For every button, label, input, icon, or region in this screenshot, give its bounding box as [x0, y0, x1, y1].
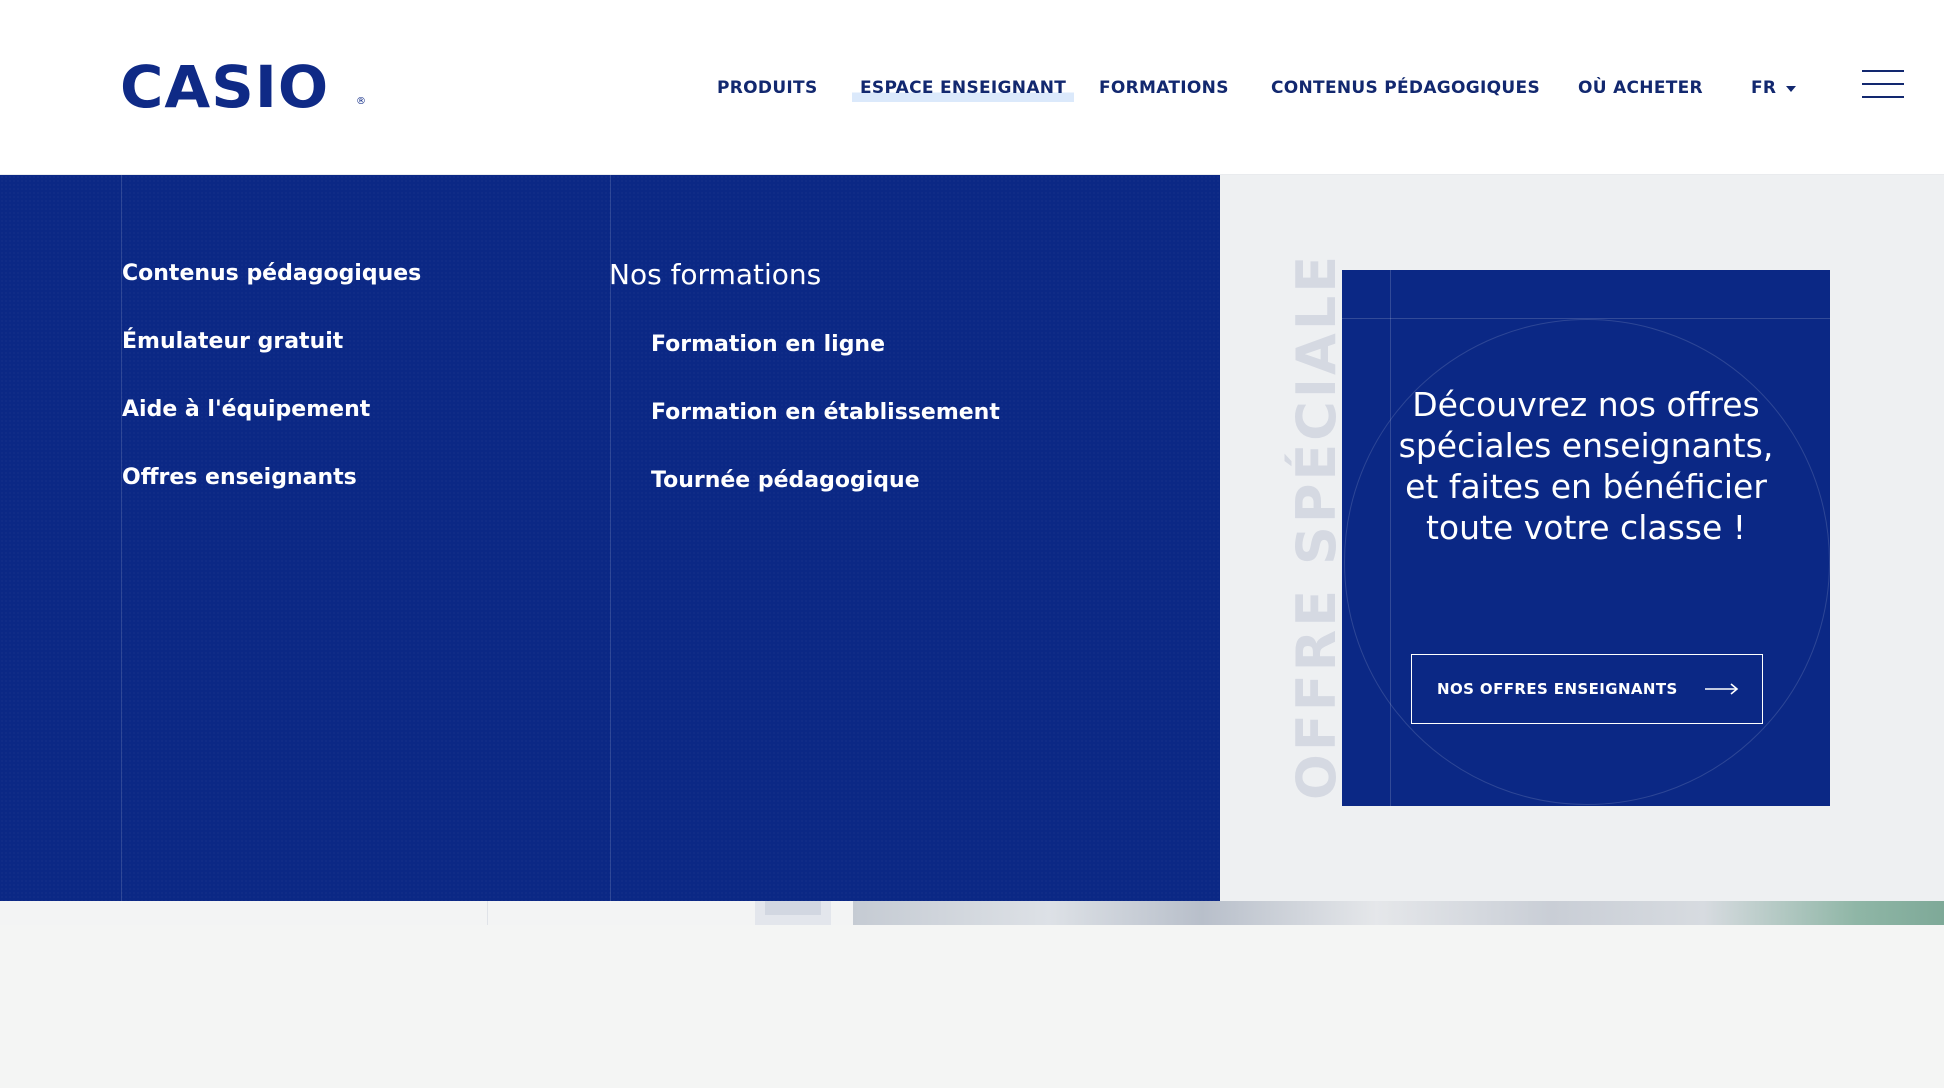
hamburger-menu-icon[interactable] [1862, 70, 1904, 100]
menu-link-formation-en-etablissement[interactable]: Formation en établissement [651, 398, 1000, 428]
nos-offres-enseignants-button[interactable]: NOS OFFRES ENSEIGNANTS [1411, 654, 1763, 724]
section-divider [487, 901, 488, 925]
menu-link-contenus-pedagogiques[interactable]: Contenus pédagogiques [122, 259, 421, 289]
nav-produits[interactable]: PRODUITS [717, 74, 817, 102]
arrow-right-icon [1705, 683, 1739, 695]
language-selector[interactable]: FR [1751, 74, 1797, 102]
offre-speciale-label: OFFRE SPÉCIALE [1285, 252, 1348, 800]
nav-ou-acheter[interactable]: OÙ ACHETER [1578, 74, 1703, 102]
promo-card: Découvrez nos offres spéciales enseignan… [1342, 270, 1830, 806]
calculator-photo-strip [853, 901, 1944, 925]
promo-text: Découvrez nos offres spéciales enseignan… [1398, 385, 1774, 547]
decor-square [755, 901, 831, 925]
menu-link-formation-en-ligne[interactable]: Formation en ligne [651, 330, 885, 360]
nav-espace-enseignant[interactable]: ESPACE ENSEIGNANT [852, 74, 1075, 102]
language-selector-label: FR [1751, 78, 1777, 98]
logo-registered-mark: ® [356, 96, 366, 107]
casio-logo[interactable]: CASIO [120, 58, 329, 116]
menu-link-aide-equipement[interactable]: Aide à l'équipement [122, 395, 370, 425]
promo-button-label: NOS OFFRES ENSEIGNANTS [1437, 680, 1678, 698]
nav-contenus-pedagogiques[interactable]: CONTENUS PÉDAGOGIQUES [1271, 74, 1540, 102]
menu-heading-nos-formations: Nos formations [609, 258, 822, 291]
mega-menu-panel: Contenus pédagogiques Émulateur gratuit … [0, 175, 1220, 901]
chevron-down-icon [1786, 86, 1797, 92]
menu-link-tournee-pedagogique[interactable]: Tournée pédagogique [651, 466, 920, 496]
page-background [0, 925, 1944, 1088]
menu-link-emulateur-gratuit[interactable]: Émulateur gratuit [122, 327, 343, 357]
site-header: CASIO ® PRODUITS ESPACE ENSEIGNANT FORMA… [0, 0, 1944, 175]
nav-formations[interactable]: FORMATIONS [1099, 74, 1229, 102]
menu-link-offres-enseignants[interactable]: Offres enseignants [122, 463, 357, 493]
